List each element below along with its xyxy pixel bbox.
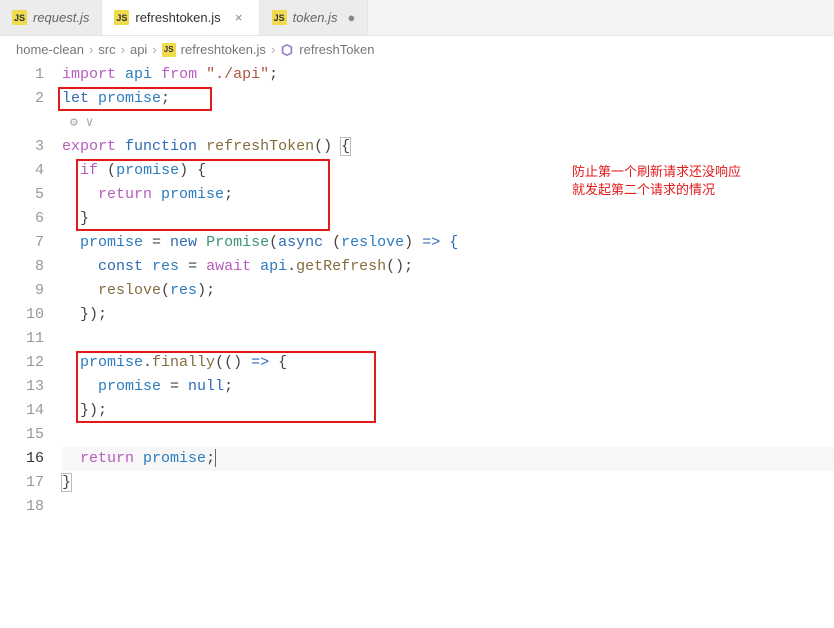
- line-number: 12: [0, 351, 44, 375]
- tab-label: refreshtoken.js: [135, 10, 220, 25]
- chevron-right-icon: ›: [152, 42, 156, 57]
- tab-refreshtoken[interactable]: JS refreshtoken.js ×: [102, 0, 259, 35]
- line-number: 4: [0, 159, 44, 183]
- js-icon: JS: [114, 10, 129, 25]
- code-line: promise = new Promise(async (reslove) =>…: [62, 231, 834, 255]
- code-line: return promise;: [62, 447, 834, 471]
- tabs-bar: JS request.js JS refreshtoken.js × JS to…: [0, 0, 834, 36]
- tab-label: request.js: [33, 10, 89, 25]
- line-number: 5: [0, 183, 44, 207]
- breadcrumb-folder[interactable]: api: [130, 42, 147, 57]
- codelens-row[interactable]: ⚙ ∨: [62, 111, 834, 135]
- code-line: [62, 327, 834, 351]
- breadcrumb[interactable]: home-clean › src › api › JS refreshtoken…: [0, 36, 834, 63]
- code-line: let promise;: [62, 87, 834, 111]
- js-icon: JS: [162, 43, 176, 57]
- code-line: });: [62, 399, 834, 423]
- code-line: }: [62, 207, 834, 231]
- line-number: 3: [0, 135, 44, 159]
- chevron-right-icon: ›: [121, 42, 125, 57]
- breadcrumb-root[interactable]: home-clean: [16, 42, 84, 57]
- line-number: 1: [0, 63, 44, 87]
- line-number: 8: [0, 255, 44, 279]
- js-icon: JS: [12, 10, 27, 25]
- line-number: 11: [0, 327, 44, 351]
- line-number: 13: [0, 375, 44, 399]
- close-icon[interactable]: ×: [231, 10, 247, 26]
- line-number: 15: [0, 423, 44, 447]
- code-line: [62, 423, 834, 447]
- tab-token[interactable]: JS token.js ●: [260, 0, 369, 35]
- line-number: 10: [0, 303, 44, 327]
- code-area[interactable]: import api from "./api"; let promise; ⚙ …: [62, 63, 834, 621]
- breadcrumb-file[interactable]: refreshtoken.js: [181, 42, 266, 57]
- code-line: promise = null;: [62, 375, 834, 399]
- code-line: const res = await api.getRefresh();: [62, 255, 834, 279]
- dirty-indicator: ●: [347, 10, 355, 25]
- breadcrumb-symbol[interactable]: refreshToken: [299, 42, 374, 57]
- text-cursor: [215, 449, 216, 467]
- code-line: reslove(res);: [62, 279, 834, 303]
- breadcrumb-folder[interactable]: src: [98, 42, 115, 57]
- tab-request[interactable]: JS request.js: [0, 0, 102, 35]
- chevron-right-icon: ›: [271, 42, 275, 57]
- line-number: 6: [0, 207, 44, 231]
- code-line: promise.finally(() => {: [62, 351, 834, 375]
- line-number: 2: [0, 87, 44, 111]
- annotation-text: 防止第一个刷新请求还没响应 就发起第二个请求的情况: [572, 163, 741, 199]
- code-line: [62, 495, 834, 519]
- js-icon: JS: [272, 10, 287, 25]
- line-number: 16: [0, 447, 44, 471]
- line-number: 17: [0, 471, 44, 495]
- code-line: }: [62, 471, 834, 495]
- chevron-right-icon: ›: [89, 42, 93, 57]
- line-number: 18: [0, 495, 44, 519]
- line-number: 7: [0, 231, 44, 255]
- line-number: 9: [0, 279, 44, 303]
- code-line: import api from "./api";: [62, 63, 834, 87]
- code-line: export function refreshToken() {: [62, 135, 834, 159]
- line-number-gutter: 1 2 3 4 5 6 7 8 9 10 11 12 13 14 15 16 1…: [0, 63, 62, 621]
- line-number: 14: [0, 399, 44, 423]
- function-icon: [280, 43, 294, 57]
- code-line: });: [62, 303, 834, 327]
- tab-label: token.js: [293, 10, 338, 25]
- code-editor[interactable]: 1 2 3 4 5 6 7 8 9 10 11 12 13 14 15 16 1…: [0, 63, 834, 621]
